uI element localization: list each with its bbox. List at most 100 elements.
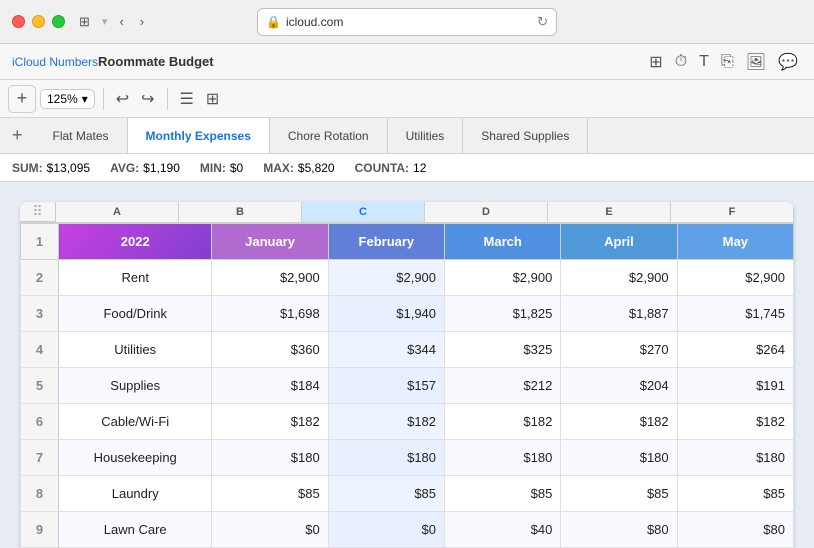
- cell-supplies-feb[interactable]: $157: [328, 368, 444, 404]
- table-row: 5 Supplies $184 $157 $212 $204 $191: [21, 368, 794, 404]
- col-header-b[interactable]: B: [179, 202, 302, 222]
- add-button[interactable]: +: [8, 85, 36, 113]
- col-header-f[interactable]: F: [671, 202, 794, 222]
- chevron-down-icon: ▾: [82, 92, 88, 106]
- row-num-3: 3: [21, 296, 59, 332]
- tab-chore-rotation[interactable]: Chore Rotation: [270, 118, 388, 153]
- cell-food-feb[interactable]: $1,940: [328, 296, 444, 332]
- cell-laundry-mar[interactable]: $85: [445, 476, 561, 512]
- cell-label-rent[interactable]: Rent: [59, 260, 212, 296]
- col-header-a[interactable]: A: [56, 202, 179, 222]
- close-button[interactable]: [12, 15, 25, 28]
- cell-cable-jan[interactable]: $182: [212, 404, 328, 440]
- cell-laundry-apr[interactable]: $85: [561, 476, 677, 512]
- zoom-selector[interactable]: 125% ▾: [40, 89, 95, 109]
- toolbar-icon-5[interactable]: 🖼: [742, 50, 770, 74]
- traffic-lights: [12, 15, 65, 28]
- cell-month-mar[interactable]: March: [445, 224, 561, 260]
- cell-food-mar[interactable]: $1,825: [445, 296, 561, 332]
- cell-food-apr[interactable]: $1,887: [561, 296, 677, 332]
- cell-cable-feb[interactable]: $182: [328, 404, 444, 440]
- cell-hk-jan[interactable]: $180: [212, 440, 328, 476]
- cell-food-may[interactable]: $1,745: [677, 296, 793, 332]
- cell-util-mar[interactable]: $325: [445, 332, 561, 368]
- col-header-row: ⠿ A B C D E F: [20, 202, 794, 223]
- sheet-inner: ⠿ A B C D E F 1 2022 January February Ma…: [20, 202, 794, 548]
- cell-cable-mar[interactable]: $182: [445, 404, 561, 440]
- cell-rent-may[interactable]: $2,900: [677, 260, 793, 296]
- cell-supplies-jan[interactable]: $184: [212, 368, 328, 404]
- window-controls: ⊞ ▾ ‹ ›: [75, 12, 148, 32]
- separator-1: [103, 88, 104, 110]
- cell-month-feb[interactable]: February: [328, 224, 444, 260]
- tab-monthly-expenses[interactable]: Monthly Expenses: [128, 118, 270, 153]
- cell-supplies-may[interactable]: $191: [677, 368, 793, 404]
- cell-hk-may[interactable]: $180: [677, 440, 793, 476]
- cell-year[interactable]: 2022: [59, 224, 212, 260]
- undo-button[interactable]: ↩: [112, 87, 133, 111]
- row-num-2: 2: [21, 260, 59, 296]
- forward-button[interactable]: ›: [136, 12, 148, 31]
- cell-util-apr[interactable]: $270: [561, 332, 677, 368]
- tab-flat-mates[interactable]: Flat Mates: [35, 118, 128, 153]
- cell-cable-apr[interactable]: $182: [561, 404, 677, 440]
- refresh-button[interactable]: ↻: [537, 14, 548, 30]
- cell-hk-apr[interactable]: $180: [561, 440, 677, 476]
- toolbar-icon-3[interactable]: T: [695, 50, 713, 74]
- cell-rent-feb[interactable]: $2,900: [328, 260, 444, 296]
- cell-util-feb[interactable]: $344: [328, 332, 444, 368]
- col-header-c[interactable]: C: [302, 202, 425, 222]
- app-toolbar: iCloud Numbers Roommate Budget ⊞ ⏱ T ⎘ 🖼…: [0, 44, 814, 80]
- cell-supplies-apr[interactable]: $204: [561, 368, 677, 404]
- redo-button[interactable]: ↪: [137, 87, 158, 111]
- row-num-5: 5: [21, 368, 59, 404]
- add-tab-button[interactable]: +: [0, 118, 35, 153]
- col-header-e[interactable]: E: [548, 202, 671, 222]
- cell-month-apr[interactable]: April: [561, 224, 677, 260]
- cell-hk-feb[interactable]: $180: [328, 440, 444, 476]
- toolbar-icon-2[interactable]: ⏱: [671, 50, 691, 74]
- cell-hk-mar[interactable]: $180: [445, 440, 561, 476]
- cell-food-jan[interactable]: $1,698: [212, 296, 328, 332]
- tab-utilities[interactable]: Utilities: [388, 118, 464, 153]
- minimize-button[interactable]: [32, 15, 45, 28]
- zoom-value: 125%: [47, 92, 78, 106]
- sheet-wrapper: ⠿ A B C D E F 1 2022 January February Ma…: [0, 182, 814, 548]
- grid-view-button[interactable]: ⊞: [202, 87, 223, 111]
- spreadsheet-container: ⠿ A B C D E F 1 2022 January February Ma…: [0, 182, 814, 548]
- col-header-d[interactable]: D: [425, 202, 548, 222]
- table-row-header: 1 2022 January February March April May: [21, 224, 794, 260]
- cell-util-may[interactable]: $264: [677, 332, 793, 368]
- cell-laundry-feb[interactable]: $85: [328, 476, 444, 512]
- list-view-button[interactable]: ☰: [176, 87, 198, 111]
- row-num-8: 8: [21, 476, 59, 512]
- fullscreen-button[interactable]: [52, 15, 65, 28]
- format-toolbar: + 125% ▾ ↩ ↪ ☰ ⊞: [0, 80, 814, 118]
- sidebar-toggle[interactable]: ⊞: [75, 12, 94, 32]
- cell-label-laundry[interactable]: Laundry: [59, 476, 212, 512]
- cell-month-may[interactable]: May: [677, 224, 793, 260]
- cell-rent-mar[interactable]: $2,900: [445, 260, 561, 296]
- cell-laundry-jan[interactable]: $85: [212, 476, 328, 512]
- cell-rent-apr[interactable]: $2,900: [561, 260, 677, 296]
- toolbar-icon-4[interactable]: ⎘: [717, 50, 738, 74]
- cell-rent-jan[interactable]: $2,900: [212, 260, 328, 296]
- cell-label-utilities[interactable]: Utilities: [59, 332, 212, 368]
- cell-label-housekeeping[interactable]: Housekeeping: [59, 440, 212, 476]
- url-bar[interactable]: 🔒 icloud.com ↻: [257, 8, 557, 36]
- cell-supplies-mar[interactable]: $212: [445, 368, 561, 404]
- cell-cable-may[interactable]: $182: [677, 404, 793, 440]
- toolbar-icon-6[interactable]: 💬: [774, 50, 802, 74]
- cell-month-jan[interactable]: January: [212, 224, 328, 260]
- grid-dots-icon: ⠿: [32, 203, 42, 220]
- cell-label-cable[interactable]: Cable/Wi-Fi: [59, 404, 212, 440]
- cell-label-supplies[interactable]: Supplies: [59, 368, 212, 404]
- toolbar-icon-1[interactable]: ⊞: [645, 50, 666, 74]
- cell-util-jan[interactable]: $360: [212, 332, 328, 368]
- cell-laundry-may[interactable]: $85: [677, 476, 793, 512]
- back-button[interactable]: ‹: [115, 12, 127, 31]
- doc-title: Roommate Budget: [98, 54, 214, 69]
- cell-label-food[interactable]: Food/Drink: [59, 296, 212, 332]
- stat-min: MIN: $0: [200, 161, 243, 175]
- tab-shared-supplies[interactable]: Shared Supplies: [463, 118, 588, 153]
